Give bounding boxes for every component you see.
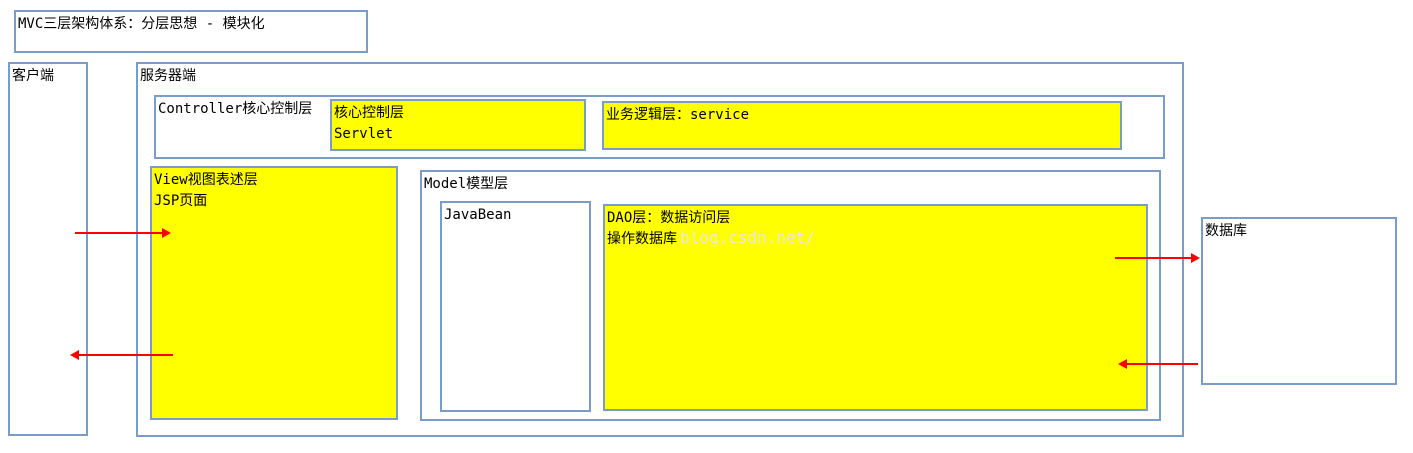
jsp-label: JSP页面 [154,193,208,209]
diagram-title: MVC三层架构体系：分层思想 - 模块化 [18,16,265,32]
arrow-view-to-client [70,350,173,360]
client-box: 客户端 [8,62,88,436]
arrow-database-to-dao [1118,359,1198,369]
title-box: MVC三层架构体系：分层思想 - 模块化 [14,10,368,53]
view-label: View视图表述层 [154,172,258,188]
controller-label: Controller核心控制层 [158,101,313,117]
view-box: View视图表述层 JSP页面 [150,166,398,420]
operate-db-label: 操作数据库 [607,231,677,247]
arrow-dao-to-database [1115,253,1200,263]
database-label: 数据库 [1205,223,1247,239]
watermark: blog.csdn.net/ [680,228,815,247]
model-label: Model模型层 [424,176,509,192]
client-label: 客户端 [12,68,54,84]
dao-label: DAO层：数据访问层 [607,210,731,226]
core-control-box: 核心控制层 Servlet [330,99,586,151]
server-label: 服务器端 [140,68,196,84]
servlet-label: Servlet [334,126,394,142]
javabean-box: JavaBean [440,201,591,412]
javabean-label: JavaBean [444,207,512,223]
service-label: 业务逻辑层：service [606,107,750,123]
service-box: 业务逻辑层：service [602,101,1122,150]
database-box: 数据库 [1201,217,1397,385]
core-control-label: 核心控制层 [334,105,404,121]
arrow-client-to-view [75,228,171,238]
